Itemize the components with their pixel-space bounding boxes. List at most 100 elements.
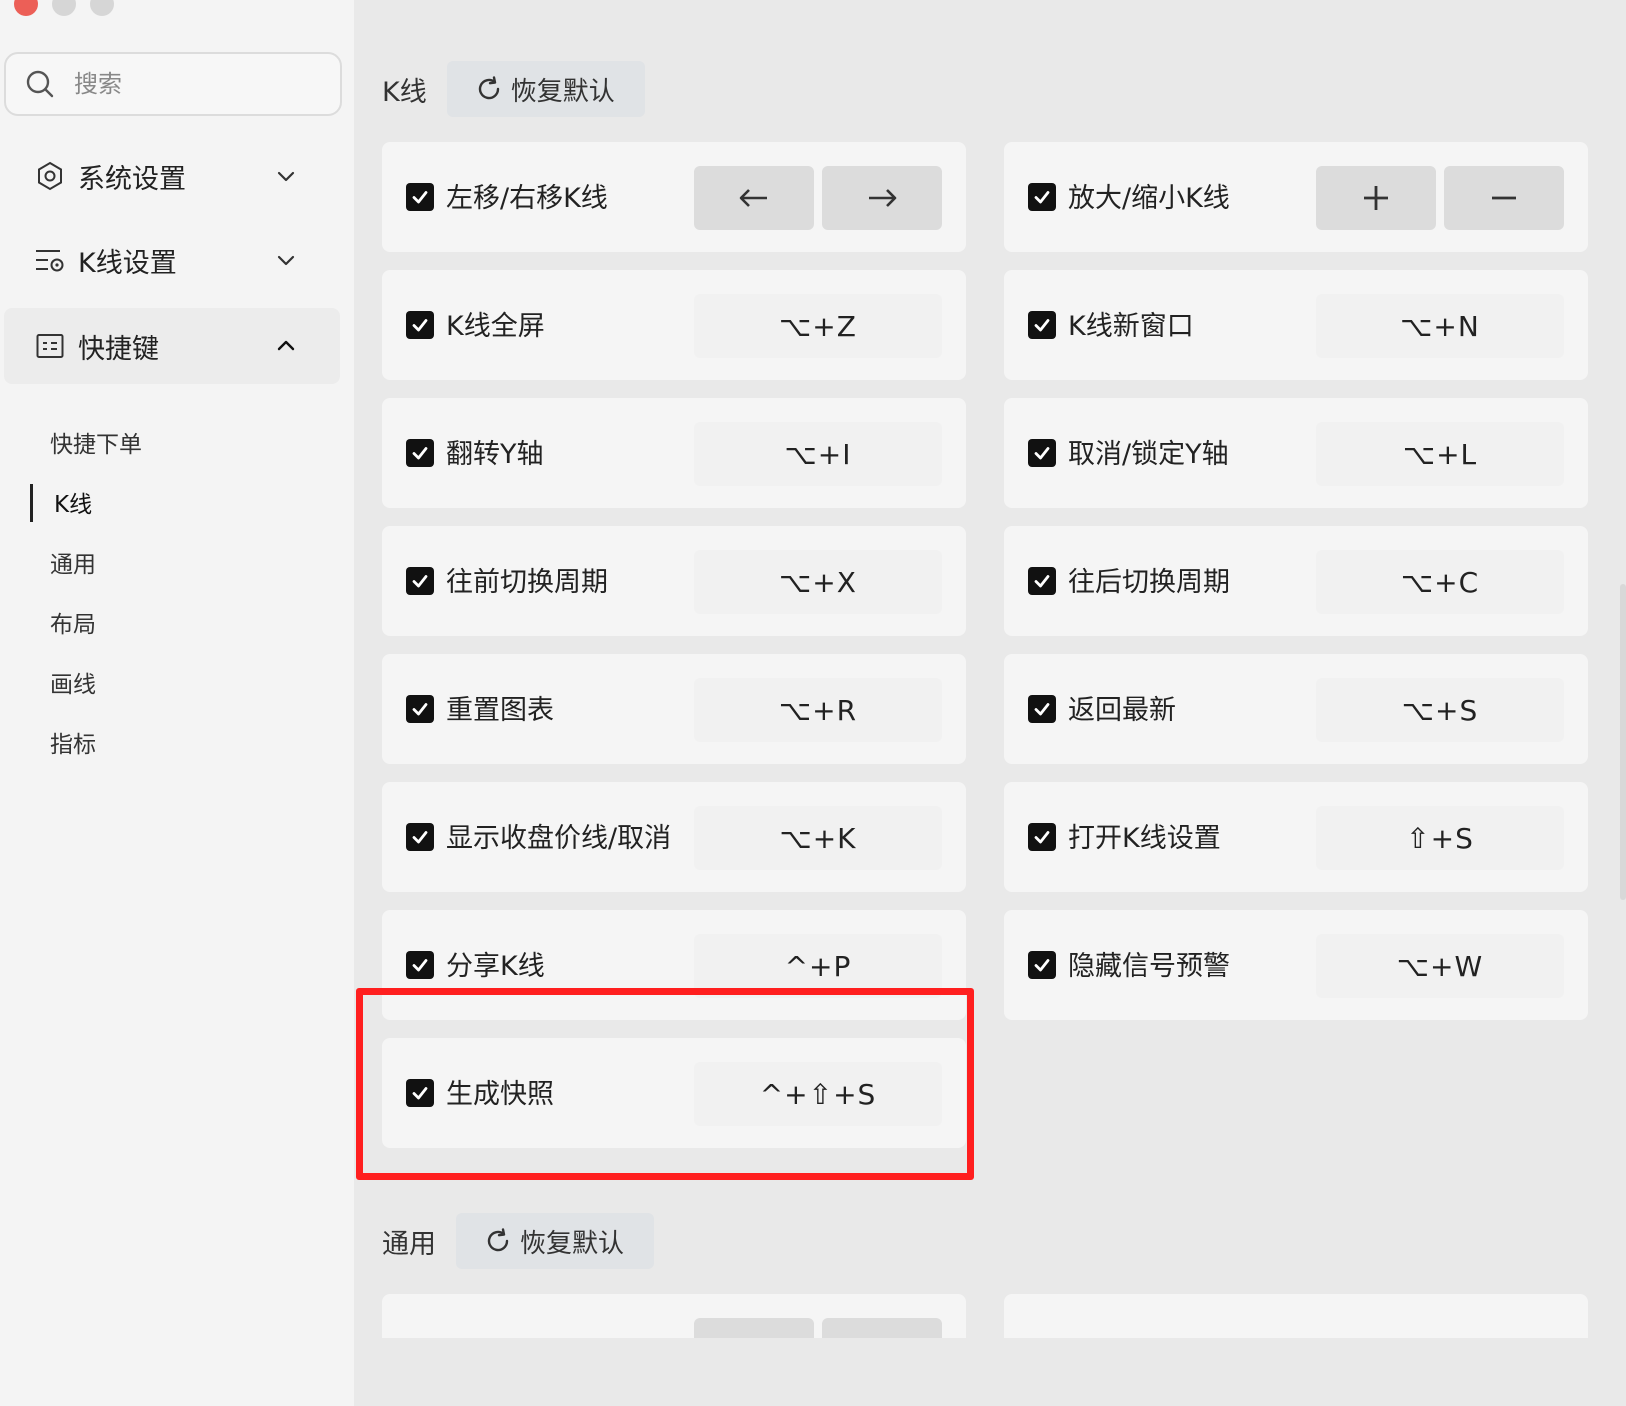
shortcut-key-button[interactable] <box>694 1318 814 1338</box>
shortcut-label: 放大/缩小K线 <box>1068 183 1230 214</box>
nav-group-shortcuts[interactable]: 快捷键 <box>4 308 340 384</box>
reset-default-label: 恢复默认 <box>510 76 615 107</box>
shortcut-key-field[interactable]: ⇧+S <box>1316 806 1564 870</box>
gear-icon <box>34 160 66 192</box>
kline-settings-icon <box>34 244 66 276</box>
chevron-down-icon <box>277 255 295 266</box>
refresh-icon <box>487 1228 509 1252</box>
shortcut-checkbox[interactable] <box>1028 695 1056 723</box>
shortcut-key-field[interactable]: ⌥+I <box>694 422 942 486</box>
shortcut-card: 翻转Y轴 ⌥+I <box>382 398 966 508</box>
shortcut-key-field[interactable]: ⌥+S <box>1316 678 1564 742</box>
shortcut-label: 左移/右移K线 <box>446 183 608 214</box>
search-box[interactable] <box>4 52 342 116</box>
checkmark-icon <box>412 703 428 716</box>
shortcut-card: 往前切换周期 ⌥+X <box>382 526 966 636</box>
shortcut-checkbox[interactable] <box>406 439 434 467</box>
window-controls <box>14 0 114 16</box>
subnav-item-kline[interactable]: K线 <box>0 472 344 532</box>
shortcut-key-field[interactable]: ⌥+K <box>694 806 942 870</box>
shortcut-key-pair <box>1316 166 1564 230</box>
refresh-icon <box>478 76 499 100</box>
shortcut-key-field[interactable]: ⌥+W <box>1316 934 1564 998</box>
shortcut-card: 显示收盘价线/取消 ⌥+K <box>382 782 966 892</box>
shortcut-key-pair <box>694 1318 942 1338</box>
plus-icon <box>1364 186 1388 210</box>
shortcut-card-partial <box>382 1294 966 1338</box>
section-title: K线 <box>382 76 427 108</box>
shortcut-key-field[interactable]: ⌥+C <box>1316 550 1564 614</box>
shortcut-label: 往前切换周期 <box>446 567 608 598</box>
shortcut-key-field[interactable]: ⌥+Z <box>694 294 942 358</box>
shortcut-key-field[interactable]: ⌥+X <box>694 550 942 614</box>
shortcut-key-button[interactable] <box>1316 166 1436 230</box>
shortcut-label: 取消/锁定Y轴 <box>1068 439 1229 470</box>
subnav-item-quick-order[interactable]: 快捷下单 <box>0 412 344 472</box>
shortcut-subnav: 快捷下单 K线 通用 布局 画线 指标 <box>0 412 344 772</box>
checkmark-icon <box>412 447 428 460</box>
section-header-kline: K线 恢复默认 <box>382 61 645 117</box>
shortcut-checkbox[interactable] <box>406 951 434 979</box>
highlight-box <box>356 988 974 1180</box>
subnav-item-indicators[interactable]: 指标 <box>0 712 344 772</box>
checkmark-icon <box>412 319 428 332</box>
checkmark-icon <box>1034 191 1050 204</box>
shortcut-checkbox[interactable] <box>406 567 434 595</box>
shortcut-card: 重置图表 ⌥+R <box>382 654 966 764</box>
search-input[interactable] <box>74 70 304 98</box>
checkmark-icon <box>1034 703 1050 716</box>
shortcut-checkbox[interactable] <box>406 823 434 851</box>
shortcut-label: 显示收盘价线/取消 <box>446 823 672 854</box>
chevron-up-icon <box>277 340 295 351</box>
shortcut-card: 返回最新 ⌥+S <box>1004 654 1588 764</box>
reset-default-button[interactable]: 恢复默认 <box>446 61 645 117</box>
checkmark-icon <box>1034 319 1050 332</box>
checkmark-icon <box>1034 447 1050 460</box>
bottom-strip <box>354 1338 1626 1406</box>
shortcut-key-button[interactable] <box>1444 166 1564 230</box>
scrollbar[interactable] <box>1620 584 1626 900</box>
shortcut-checkbox[interactable] <box>1028 823 1056 851</box>
shortcut-checkbox[interactable] <box>1028 183 1056 211</box>
shortcut-checkbox[interactable] <box>406 695 434 723</box>
shortcut-label: K线新窗口 <box>1068 311 1194 342</box>
shortcut-key-field[interactable]: ⌥+L <box>1316 422 1564 486</box>
nav-group-label: K线设置 <box>78 247 177 279</box>
chevron-down-icon <box>277 171 295 182</box>
shortcut-keyboard-icon <box>34 330 66 362</box>
shortcut-key-field[interactable]: ⌥+N <box>1316 294 1564 358</box>
shortcut-checkbox[interactable] <box>406 311 434 339</box>
shortcut-card: 放大/缩小K线 <box>1004 142 1588 252</box>
reset-default-label: 恢复默认 <box>520 1228 625 1259</box>
shortcut-checkbox[interactable] <box>1028 439 1056 467</box>
shortcut-card: K线全屏 ⌥+Z <box>382 270 966 380</box>
checkmark-icon <box>412 575 428 588</box>
nav-group-kline-settings[interactable]: K线设置 <box>0 222 344 298</box>
shortcut-card: 左移/右移K线 <box>382 142 966 252</box>
shortcut-key-button[interactable] <box>822 166 942 230</box>
checkmark-icon <box>412 831 428 844</box>
shortcut-checkbox[interactable] <box>1028 567 1056 595</box>
subnav-item-general[interactable]: 通用 <box>0 532 344 592</box>
shortcut-label: 返回最新 <box>1068 695 1176 726</box>
minus-icon <box>1492 196 1516 200</box>
subnav-item-drawing[interactable]: 画线 <box>0 652 344 712</box>
shortcut-label: 打开K线设置 <box>1068 823 1221 854</box>
minimize-window-button[interactable] <box>52 0 76 16</box>
shortcut-card: 隐藏信号预警 ⌥+W <box>1004 910 1588 1020</box>
shortcut-checkbox[interactable] <box>1028 951 1056 979</box>
shortcut-checkbox[interactable] <box>406 183 434 211</box>
checkmark-icon <box>412 191 428 204</box>
close-window-button[interactable] <box>14 0 38 16</box>
sidebar: 系统设置 K线设置 快捷键 快捷下单 K线 通用 布局 画线 指标 <box>0 0 354 1406</box>
zoom-window-button[interactable] <box>90 0 114 16</box>
shortcut-key-button[interactable] <box>694 166 814 230</box>
shortcut-key-button[interactable] <box>822 1318 942 1338</box>
shortcut-key-field[interactable]: ⌥+R <box>694 678 942 742</box>
shortcut-checkbox[interactable] <box>1028 311 1056 339</box>
reset-default-button[interactable]: 恢复默认 <box>456 1213 655 1269</box>
shortcut-label: 分享K线 <box>446 951 545 982</box>
nav-group-system-settings[interactable]: 系统设置 <box>0 138 344 214</box>
shortcut-card: K线新窗口 ⌥+N <box>1004 270 1588 380</box>
subnav-item-layout[interactable]: 布局 <box>0 592 344 652</box>
